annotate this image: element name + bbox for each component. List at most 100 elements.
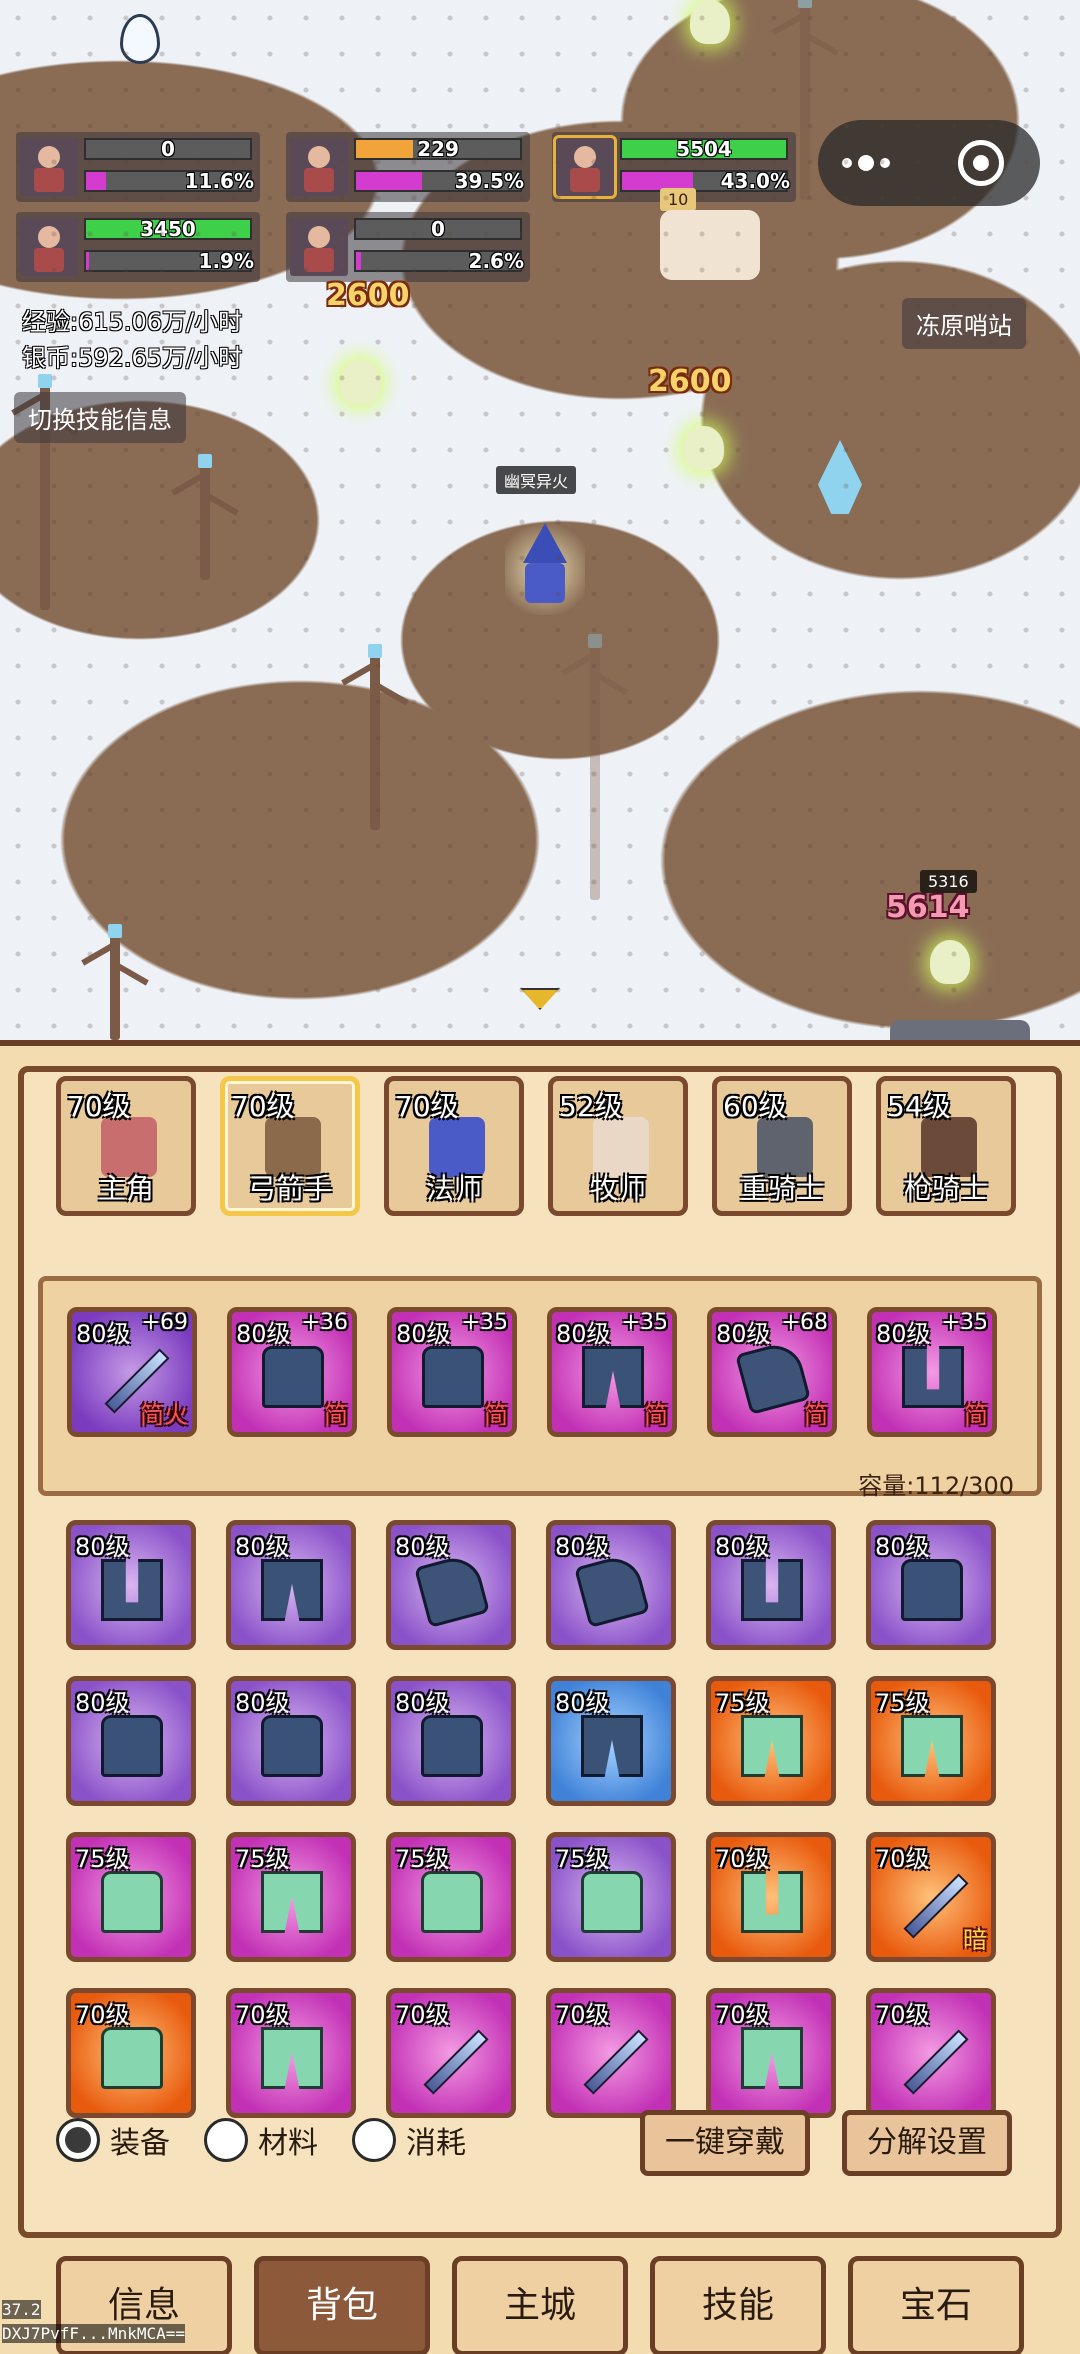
party-member-stat[interactable]: 3450 1.9% (16, 212, 260, 282)
pants-icon (741, 2027, 803, 2089)
hero-card-archer[interactable]: 70级 弓箭手 (220, 1076, 360, 1216)
party-member-stat[interactable]: 0 11.6% (16, 132, 260, 202)
item-level: 70级 (395, 2001, 450, 2029)
hero-level: 70级 (67, 1090, 131, 1123)
radio-icon[interactable] (352, 2118, 396, 2162)
bag-item[interactable]: 70级 (226, 1988, 356, 2118)
silver-rate: 银币:592.65万/小时 (22, 344, 243, 372)
ghost-enemy[interactable] (340, 360, 380, 404)
party-member-stat[interactable]: 229 39.5% (286, 132, 530, 202)
bag-item[interactable]: 75级 (706, 1676, 836, 1806)
equipped-slot[interactable]: 80级 +36 简 (227, 1307, 357, 1437)
nav-bag[interactable]: 背包 (254, 2256, 430, 2354)
equipped-slot[interactable]: 80级 +35 简 (867, 1307, 997, 1437)
ghost-enemy[interactable] (930, 940, 970, 984)
nav-gems[interactable]: 宝石 (848, 2256, 1024, 2354)
bag-item[interactable]: 80级 (546, 1520, 676, 1650)
switch-skill-info-button[interactable]: 切换技能信息 (14, 392, 186, 443)
nav-main-city[interactable]: 主城 (452, 2256, 628, 2354)
hp-bar: 229 (354, 138, 522, 160)
radio-selected-icon[interactable] (56, 2118, 100, 2162)
hero-level: 60级 (723, 1090, 787, 1123)
mp-percent: 11.6% (184, 169, 254, 193)
pants-icon (901, 1715, 963, 1777)
mp-percent: 2.6% (468, 249, 524, 273)
close-miniprogram-icon[interactable] (958, 140, 1004, 186)
hero-card-lancer[interactable]: 54级 枪骑士 (876, 1076, 1016, 1216)
item-level: 80级 (235, 1533, 290, 1561)
armor-icon (262, 1346, 324, 1408)
bag-item[interactable]: 70级 (546, 1988, 676, 2118)
filter-materials[interactable]: 材料 (204, 2118, 318, 2162)
hero-card-priest[interactable]: 52级 牧师 (548, 1076, 688, 1216)
hero-level: 70级 (395, 1090, 459, 1123)
pants-icon (581, 1715, 643, 1777)
bag-item[interactable]: 80级 (866, 1520, 996, 1650)
bag-item[interactable]: 70级暗 (866, 1832, 996, 1962)
item-level: 70级 (715, 2001, 770, 2029)
item-level: 75级 (875, 1689, 930, 1717)
bag-item[interactable]: 70级 (866, 1988, 996, 2118)
bag-capacity: 容量:112/300 (858, 1472, 1014, 1500)
bag-item[interactable]: 80级 (66, 1676, 196, 1806)
item-level: 75级 (715, 1689, 770, 1717)
item-level: 70级 (715, 1845, 770, 1873)
priest-enemy[interactable] (660, 210, 760, 280)
item-level: 80级 (876, 1320, 931, 1348)
bag-item[interactable]: 75级 (66, 1832, 196, 1962)
party-member-stat[interactable]: 0 2.6% (286, 212, 530, 282)
equipped-slot[interactable]: 80级 +68 简 (707, 1307, 837, 1437)
item-level: 80级 (716, 1320, 771, 1348)
radio-icon[interactable] (204, 2118, 248, 2162)
chest-icon (101, 1715, 163, 1777)
ghost-enemy[interactable] (684, 426, 724, 470)
armor-icon (101, 2027, 163, 2089)
location-button[interactable]: 冻原哨站 (902, 298, 1026, 349)
bag-grid: 80级 80级 80级 80级 80级 80级 80级 80级 80级 80级 … (66, 1520, 1026, 2146)
item-level: 70级 (75, 2001, 130, 2029)
enhance-level: +35 (621, 1310, 668, 1335)
bag-item[interactable]: 75级 (866, 1676, 996, 1806)
knight-enemy[interactable] (890, 1020, 1030, 1040)
hero-portrait (553, 135, 617, 199)
bag-item[interactable]: 80级 (66, 1520, 196, 1650)
hp-value: 5504 (676, 137, 732, 161)
game-map[interactable]: 0 11.6% 229 39.5% 5504 43.0% 3450 1.9% 0… (0, 0, 1080, 1040)
equipped-slot[interactable]: 80级 +69 简火 (67, 1307, 197, 1437)
bag-item[interactable]: 70级 (66, 1988, 196, 2118)
nav-skills[interactable]: 技能 (650, 2256, 826, 2354)
sword-icon (581, 2027, 643, 2089)
mp-percent: 39.5% (454, 169, 524, 193)
bag-item[interactable]: 70级 (706, 1988, 836, 2118)
hero-card-protagonist[interactable]: 70级 主角 (56, 1076, 196, 1216)
frozen-tree (368, 644, 382, 830)
mp-percent: 1.9% (198, 249, 254, 273)
hero-card-mage[interactable]: 70级 法师 (384, 1076, 524, 1216)
item-level: 80级 (555, 1533, 610, 1561)
equipped-slot[interactable]: 80级 +35 简 (547, 1307, 677, 1437)
hero-name: 枪骑士 (903, 1172, 988, 1205)
bag-item[interactable]: 80级 (706, 1520, 836, 1650)
auto-equip-button[interactable]: 一键穿戴 (640, 2110, 810, 2176)
item-level: 75级 (555, 1845, 610, 1873)
bag-item[interactable]: 70级 (706, 1832, 836, 1962)
bag-item[interactable]: 75级 (386, 1832, 516, 1962)
miniprogram-capsule[interactable] (818, 120, 1040, 206)
armor-icon (421, 1715, 483, 1777)
hero-card-heavy-knight[interactable]: 60级 重骑士 (712, 1076, 852, 1216)
filter-consumables[interactable]: 消耗 (352, 2118, 466, 2162)
bag-item[interactable]: 75级 (546, 1832, 676, 1962)
bag-item[interactable]: 75级 (226, 1832, 356, 1962)
bag-item[interactable]: 80级 (226, 1520, 356, 1650)
bag-item[interactable]: 70级 (386, 1988, 516, 2118)
bag-item[interactable]: 80级 (546, 1676, 676, 1806)
bag-item[interactable]: 80级 (386, 1676, 516, 1806)
filter-equipment[interactable]: 装备 (56, 2118, 170, 2162)
bag-item[interactable]: 80级 (226, 1676, 356, 1806)
bag-item[interactable]: 80级 (386, 1520, 516, 1650)
equipped-slot[interactable]: 80级 +35 简 (387, 1307, 517, 1437)
equipped-slots: 80级 +69 简火 80级 +36 简 80级 +35 简 80级 +35 简… (38, 1276, 1042, 1496)
ghost-enemy[interactable] (690, 0, 730, 44)
decompose-settings-button[interactable]: 分解设置 (842, 2110, 1012, 2176)
more-menu-icon[interactable] (842, 148, 902, 178)
